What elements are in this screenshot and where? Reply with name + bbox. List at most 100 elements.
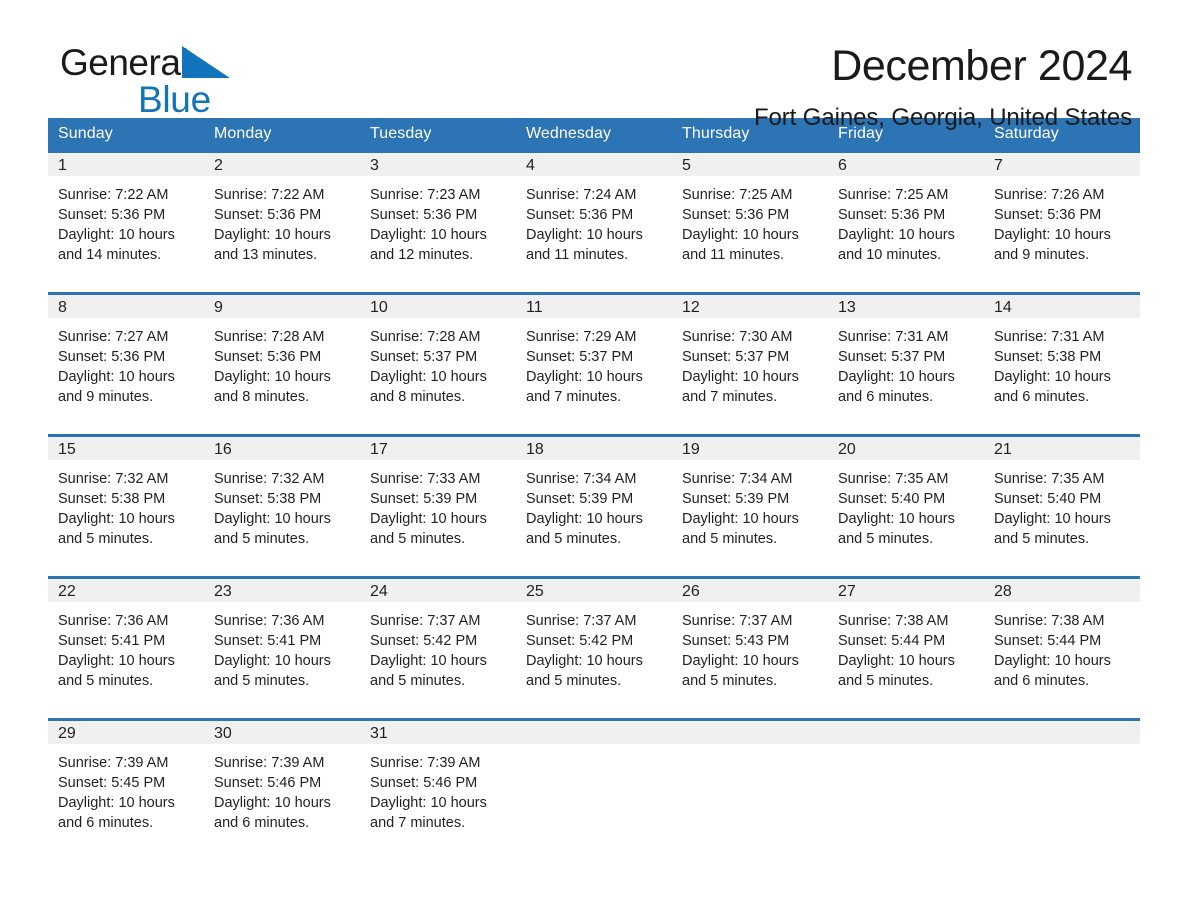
calendar-day-cell[interactable]: 21 Sunrise: 7:35 AM Sunset: 5:40 PM Dayligh… [984,434,1140,568]
calendar-day-cell[interactable]: 14 Sunrise: 7:31 AM Sunset: 5:38 PM Dayligh… [984,292,1140,426]
sunrise-time: Sunrise: 7:35 AM [838,471,949,487]
daylight-duration-line2: and 9 minutes. [58,389,154,405]
daylight-duration-line2: and 6 minutes. [214,815,310,831]
day-cell-content: 2 Sunrise: 7:22 AM Sunset: 5:36 PM Daylight… [204,150,360,284]
day-cell-content: 30 Sunrise: 7:39 AM Sunset: 5:46 PM Dayligh… [204,718,360,852]
day-cell-content: 31 Sunrise: 7:39 AM Sunset: 5:46 PM Dayligh… [360,718,516,852]
calendar-day-cell[interactable]: 12 Sunrise: 7:30 AM Sunset: 5:37 PM Dayligh… [672,292,828,426]
day-number: 12 [672,292,828,318]
day-details: Sunrise: 7:24 AM Sunset: 5:36 PM Daylight:… [516,176,672,265]
calendar-day-cell[interactable]: 16 Sunrise: 7:32 AM Sunset: 5:38 PM Dayligh… [204,434,360,568]
calendar-day-cell[interactable]: 17 Sunrise: 7:33 AM Sunset: 5:39 PM Dayligh… [360,434,516,568]
daylight-duration-line2: and 8 minutes. [370,389,466,405]
daylight-duration-line1: Daylight: 10 hours [214,653,331,669]
calendar-week-row: 22 Sunrise: 7:36 AM Sunset: 5:41 PM Dayligh… [48,576,1140,710]
calendar-day-cell[interactable]: 10 Sunrise: 7:28 AM Sunset: 5:37 PM Dayligh… [360,292,516,426]
week-spacer-cell [48,568,1140,576]
day-cell-content: 17 Sunrise: 7:33 AM Sunset: 5:39 PM Dayligh… [360,434,516,568]
sunrise-sunset-calendar: Sunday Monday Tuesday Wednesday Thursday Frid… [48,118,1140,852]
day-details: Sunrise: 7:35 AM Sunset: 5:40 PM Daylight:… [828,460,984,549]
calendar-day-cell[interactable]: 13 Sunrise: 7:31 AM Sunset: 5:37 PM Dayligh… [828,292,984,426]
calendar-day-cell[interactable]: 20 Sunrise: 7:35 AM Sunset: 5:40 PM Dayligh… [828,434,984,568]
daylight-duration-line2: and 14 minutes. [58,247,162,263]
calendar-day-cell[interactable]: 29 Sunrise: 7:39 AM Sunset: 5:45 PM Dayligh… [48,718,204,852]
calendar-day-cell[interactable]: 26 Sunrise: 7:37 AM Sunset: 5:43 PM Dayligh… [672,576,828,710]
daylight-duration-line2: and 5 minutes. [838,531,934,547]
daylight-duration-line2: and 5 minutes. [370,531,466,547]
daylight-duration-line1: Daylight: 10 hours [58,653,175,669]
calendar-day-cell[interactable]: 19 Sunrise: 7:34 AM Sunset: 5:39 PM Dayligh… [672,434,828,568]
daylight-duration-line2: and 5 minutes. [526,673,622,689]
sunset-time: Sunset: 5:36 PM [370,207,478,223]
day-number: 11 [516,292,672,318]
day-cell-content [984,718,1140,852]
calendar-day-cell[interactable]: 11 Sunrise: 7:29 AM Sunset: 5:37 PM Dayligh… [516,292,672,426]
calendar-day-cell[interactable]: 30 Sunrise: 7:39 AM Sunset: 5:46 PM Dayligh… [204,718,360,852]
day-number: 27 [828,576,984,602]
calendar-day-cell[interactable]: 1 Sunrise: 7:22 AM Sunset: 5:36 PM Daylight… [48,150,204,284]
day-details: Sunrise: 7:32 AM Sunset: 5:38 PM Daylight:… [204,460,360,549]
sunset-time: Sunset: 5:36 PM [994,207,1102,223]
day-cell-content: 6 Sunrise: 7:25 AM Sunset: 5:36 PM Daylight… [828,150,984,284]
sunset-time: Sunset: 5:42 PM [526,633,634,649]
daylight-duration-line1: Daylight: 10 hours [370,795,487,811]
sunset-time: Sunset: 5:41 PM [58,633,166,649]
calendar-day-cell[interactable]: 7 Sunrise: 7:26 AM Sunset: 5:36 PM Daylight… [984,150,1140,284]
general-blue-logo: General Blue [60,42,320,122]
daylight-duration-line2: and 11 minutes. [526,247,629,263]
calendar-day-cell[interactable]: 3 Sunrise: 7:23 AM Sunset: 5:36 PM Daylight… [360,150,516,284]
calendar-day-cell[interactable]: 18 Sunrise: 7:34 AM Sunset: 5:39 PM Dayligh… [516,434,672,568]
sunset-time: Sunset: 5:36 PM [526,207,634,223]
calendar-day-cell[interactable]: 24 Sunrise: 7:37 AM Sunset: 5:42 PM Dayligh… [360,576,516,710]
calendar-day-cell[interactable]: 9 Sunrise: 7:28 AM Sunset: 5:36 PM Daylight… [204,292,360,426]
day-number: 20 [828,434,984,460]
calendar-day-cell[interactable]: 28 Sunrise: 7:38 AM Sunset: 5:44 PM Dayligh… [984,576,1140,710]
calendar-day-cell-empty [984,718,1140,852]
sunrise-time: Sunrise: 7:38 AM [838,613,949,629]
logo-top-row: General [60,42,320,84]
daylight-duration-line2: and 5 minutes. [682,673,778,689]
week-spacer [48,284,1140,292]
day-details: Sunrise: 7:27 AM Sunset: 5:36 PM Daylight:… [48,318,204,407]
day-details: Sunrise: 7:37 AM Sunset: 5:42 PM Daylight:… [360,602,516,691]
daylight-duration-line2: and 5 minutes. [838,673,934,689]
calendar-day-cell[interactable]: 5 Sunrise: 7:25 AM Sunset: 5:36 PM Daylight… [672,150,828,284]
daylight-duration-line1: Daylight: 10 hours [526,227,643,243]
daylight-duration-line2: and 8 minutes. [214,389,310,405]
day-cell-content: 12 Sunrise: 7:30 AM Sunset: 5:37 PM Dayligh… [672,292,828,426]
daylight-duration-line1: Daylight: 10 hours [214,227,331,243]
sunrise-time: Sunrise: 7:37 AM [526,613,637,629]
calendar-day-cell[interactable]: 2 Sunrise: 7:22 AM Sunset: 5:36 PM Daylight… [204,150,360,284]
day-details: Sunrise: 7:31 AM Sunset: 5:38 PM Daylight:… [984,318,1140,407]
calendar-day-cell[interactable]: 27 Sunrise: 7:38 AM Sunset: 5:44 PM Dayligh… [828,576,984,710]
sunset-time: Sunset: 5:44 PM [994,633,1102,649]
logo-text-blue: Blue [138,79,211,120]
sunset-time: Sunset: 5:40 PM [994,491,1102,507]
day-number: 2 [204,150,360,176]
day-number [984,718,1140,744]
calendar-day-cell[interactable]: 25 Sunrise: 7:37 AM Sunset: 5:42 PM Dayligh… [516,576,672,710]
sunrise-time: Sunrise: 7:37 AM [682,613,793,629]
calendar-day-cell[interactable]: 6 Sunrise: 7:25 AM Sunset: 5:36 PM Daylight… [828,150,984,284]
day-number: 16 [204,434,360,460]
daylight-duration-line2: and 5 minutes. [526,531,622,547]
sunset-time: Sunset: 5:44 PM [838,633,946,649]
calendar-day-cell[interactable]: 8 Sunrise: 7:27 AM Sunset: 5:36 PM Daylight… [48,292,204,426]
calendar-day-cell[interactable]: 22 Sunrise: 7:36 AM Sunset: 5:41 PM Dayligh… [48,576,204,710]
sunset-time: Sunset: 5:36 PM [682,207,790,223]
day-details: Sunrise: 7:30 AM Sunset: 5:37 PM Daylight:… [672,318,828,407]
calendar-day-cell[interactable]: 4 Sunrise: 7:24 AM Sunset: 5:36 PM Daylight… [516,150,672,284]
sunset-time: Sunset: 5:41 PM [214,633,322,649]
day-details: Sunrise: 7:22 AM Sunset: 5:36 PM Daylight:… [48,176,204,265]
day-cell-content [672,718,828,852]
daylight-duration-line1: Daylight: 10 hours [838,227,955,243]
sunrise-time: Sunrise: 7:31 AM [838,329,949,345]
day-details: Sunrise: 7:29 AM Sunset: 5:37 PM Daylight:… [516,318,672,407]
week-spacer-cell [48,426,1140,434]
calendar-day-cell[interactable]: 31 Sunrise: 7:39 AM Sunset: 5:46 PM Dayligh… [360,718,516,852]
day-details: Sunrise: 7:25 AM Sunset: 5:36 PM Daylight:… [828,176,984,265]
day-number [516,718,672,744]
calendar-day-cell[interactable]: 15 Sunrise: 7:32 AM Sunset: 5:38 PM Dayligh… [48,434,204,568]
calendar-day-cell[interactable]: 23 Sunrise: 7:36 AM Sunset: 5:41 PM Dayligh… [204,576,360,710]
daylight-duration-line2: and 5 minutes. [58,531,154,547]
